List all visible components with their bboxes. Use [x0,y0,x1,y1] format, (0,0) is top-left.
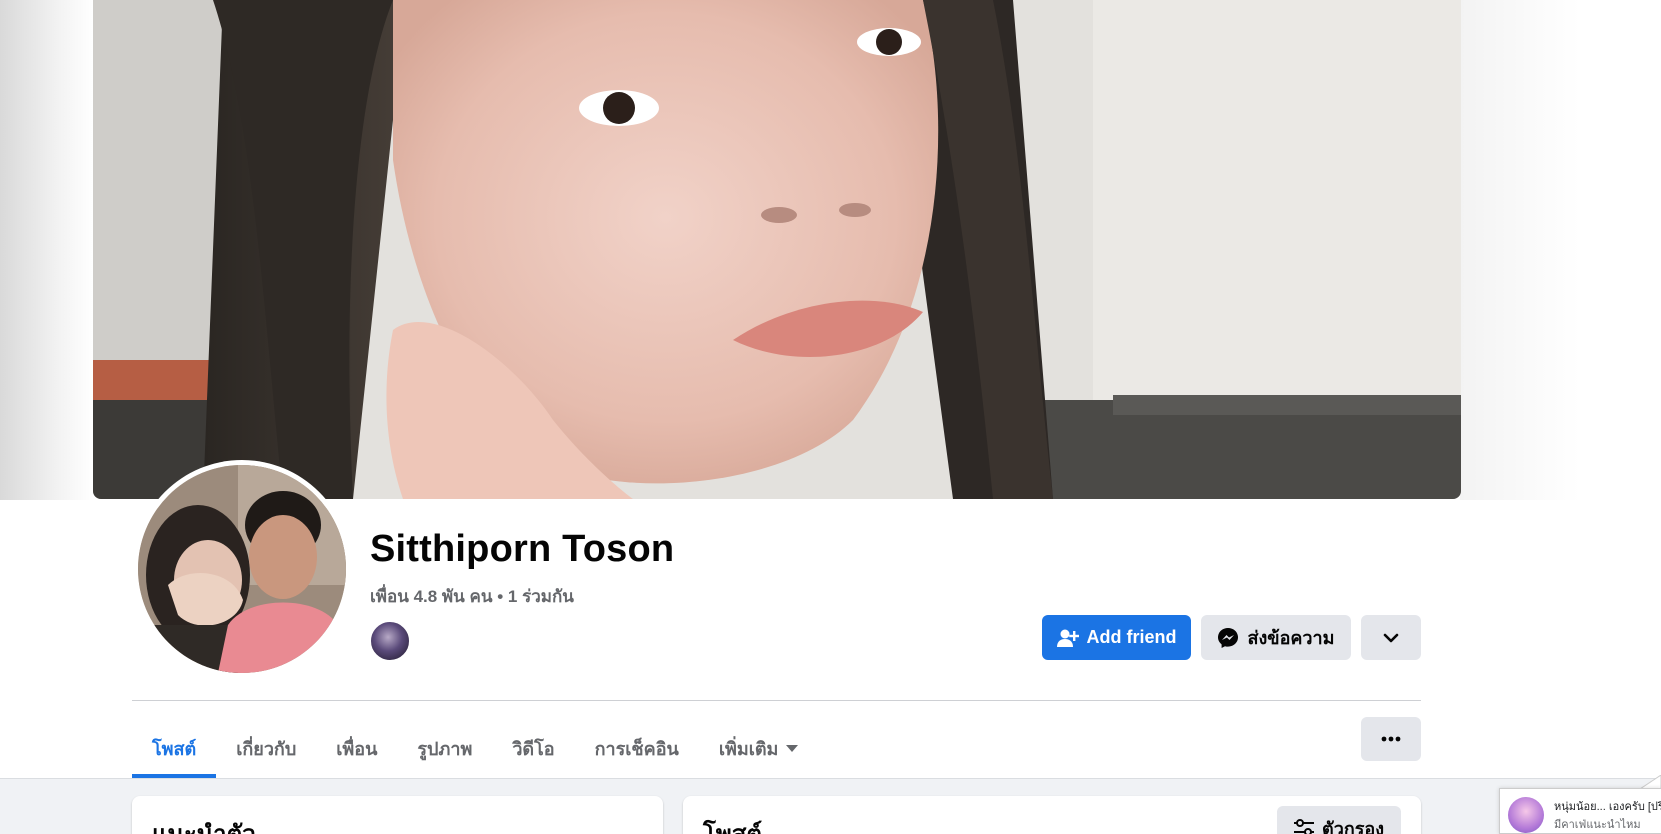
notification-title: หนุ่มน้อย... เองครับ [ปรึกษา] [1554,801,1661,813]
cover-photo[interactable] [93,0,1461,499]
messenger-icon [1218,627,1239,648]
tab-friends[interactable]: เพื่อน [316,718,397,778]
notification-message: มีคาเฟ่แนะนำไหม [1554,819,1641,831]
tab-photos-label: รูปภาพ [417,738,473,759]
tab-about-label: เกี่ยวกับ [236,738,297,759]
tab-more-label: เพิ่มเติม [718,738,779,759]
notification-pointer [1640,775,1661,789]
tab-about[interactable]: เกี่ยวกับ [216,718,316,778]
tab-videos[interactable]: วิดีโอ [492,718,574,778]
tab-posts[interactable]: โพสต์ [132,718,217,778]
notification-popup[interactable]: หนุ่มน้อย... เองครับ [ปรึกษา] มีคาเฟ่แนะ… [1499,788,1661,834]
profile-avatar[interactable] [133,460,351,678]
friends-count-line: เพื่อน 4.8 พัน คน • 1 ร่วมกัน [370,583,574,610]
tab-photos[interactable]: รูปภาพ [397,718,492,778]
caret-down-icon [786,744,799,752]
ellipsis-icon [1381,736,1401,742]
cover-photo-image [93,0,1461,499]
tab-more[interactable]: เพิ่มเติม [699,718,819,778]
add-friend-label: Add friend [1086,627,1177,647]
posts-title: โพสต์ [703,814,762,834]
message-button[interactable]: ส่งข้อความ [1201,615,1351,660]
notification-avatar [1508,797,1544,833]
profile-name: Sitthiporn Toson [370,528,675,570]
profile-avatar-image [138,465,346,673]
add-friend-icon [1056,629,1079,647]
page-background-right [1460,0,1661,500]
tab-videos-label: วิดีโอ [512,738,555,759]
tab-friends-label: เพื่อน [336,738,378,759]
tab-checkins-label: การเช็คอิน [594,738,679,759]
chevron-down-icon [1383,633,1399,642]
meta-separator: • [497,587,504,606]
mutual-friends[interactable]: 1 ร่วมกัน [508,587,574,606]
intro-card: แนะนำตัว [132,796,663,834]
posts-card: โพสต์ ตัวกรอง [683,796,1421,834]
add-friend-button[interactable]: Add friend [1042,615,1191,660]
friends-count[interactable]: เพื่อน 4.8 พัน คน [370,587,492,606]
profile-options-button[interactable] [1361,615,1421,660]
intro-title: แนะนำตัว [152,814,256,834]
tab-posts-label: โพสต์ [152,738,197,759]
mutual-friend-avatar[interactable] [369,620,411,662]
tab-checkins[interactable]: การเช็คอิน [575,718,699,778]
filter-icon [1294,819,1315,834]
filter-label: ตัวกรอง [1322,818,1384,834]
filter-button[interactable]: ตัวกรอง [1277,806,1401,834]
message-label: ส่งข้อความ [1247,628,1335,648]
profile-tabs: โพสต์ เกี่ยวกับ เพื่อน รูปภาพ วิดีโอ การ… [132,718,818,778]
header-divider [132,700,1421,701]
tabs-options-button[interactable] [1361,717,1421,761]
